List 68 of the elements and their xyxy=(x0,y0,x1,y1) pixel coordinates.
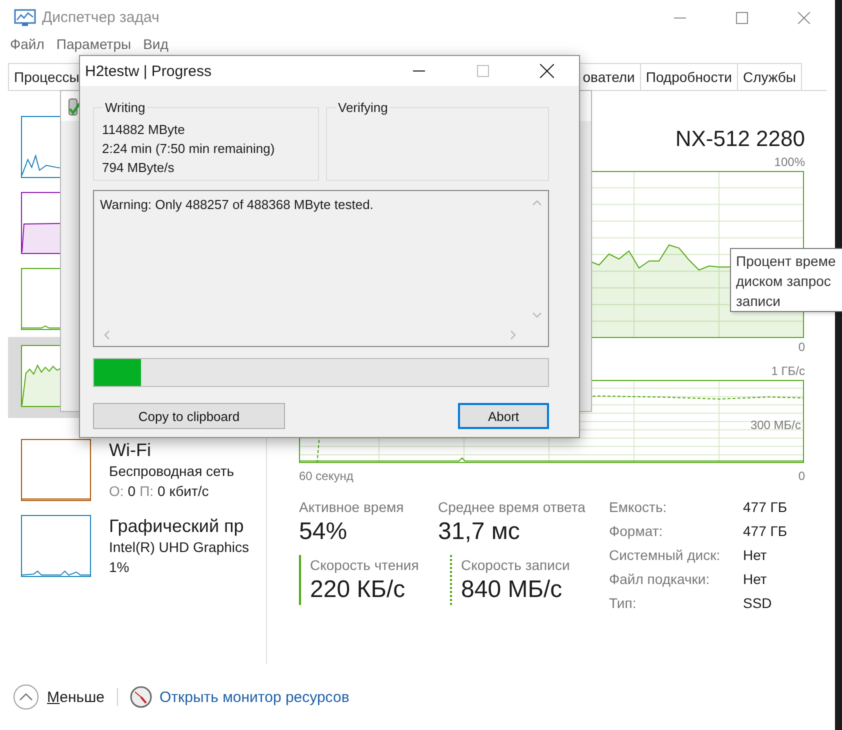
property-label: Формат: xyxy=(609,522,664,541)
status-text: 794 MByte/s xyxy=(102,159,176,177)
close-icon xyxy=(540,64,554,78)
axis-label: 1 ГБ/с xyxy=(771,363,805,380)
close-icon xyxy=(798,12,810,24)
axis-label: 60 секунд xyxy=(299,468,354,485)
menu-item[interactable]: Файл xyxy=(4,36,50,52)
detail-value: 1% xyxy=(109,558,130,577)
device-description: Intel(R) UHD Graphics xyxy=(109,538,250,557)
stat-label: Активное время xyxy=(299,498,405,517)
status-text: 114882 MByte xyxy=(102,121,186,139)
collapse-icon[interactable] xyxy=(13,684,39,710)
property-value: Нет xyxy=(743,570,768,589)
scroll-right-icon[interactable] xyxy=(510,330,516,340)
dialog-button[interactable]: Abort xyxy=(458,403,549,429)
detail-value: 0 кбит/с xyxy=(158,482,209,501)
property-value: Нет xyxy=(743,546,768,565)
tab[interactable]: Службы xyxy=(736,63,802,90)
menu-item[interactable]: Параметры xyxy=(50,36,138,52)
stat-value: 840 МБ/с xyxy=(461,575,564,605)
group-title: Verifying xyxy=(337,100,389,115)
group-title: Writing xyxy=(104,100,146,115)
monitor-graph-icon xyxy=(14,8,36,26)
property-label: Файл подкачки: xyxy=(609,570,711,589)
checkmark-drive-icon xyxy=(67,97,81,117)
tooltip-text: записи xyxy=(736,292,782,311)
stat-label: Скорость чтения xyxy=(310,556,420,575)
property-value: SSD xyxy=(743,594,773,613)
gauge-icon xyxy=(130,686,152,708)
log-box[interactable]: Warning: Only 488257 of 488368 MByte tested. xyxy=(93,190,549,347)
stat-value: 54% xyxy=(299,517,348,547)
stat-label: Среднее время ответа xyxy=(438,498,586,517)
detail-label: О: xyxy=(109,482,124,501)
stat-label: Скорость записи xyxy=(461,556,571,575)
scroll-up-icon[interactable] xyxy=(532,200,542,206)
device-title: NX-512 2280 xyxy=(675,125,805,153)
sidebar-item[interactable]: Wi-Fi Беспроводная сеть О: 0 П: 0 кбит/с xyxy=(8,432,266,508)
scroll-down-icon[interactable] xyxy=(532,312,542,318)
detail-value: 0 xyxy=(128,482,136,501)
axis-label: 100% xyxy=(774,154,805,171)
scroll-left-icon[interactable] xyxy=(104,330,110,340)
window-title: Диспетчер задач xyxy=(42,9,160,26)
property-value: 477 ГБ xyxy=(743,522,788,541)
sidebar-item[interactable]: Графический пр Intel(R) UHD Graphics 1% xyxy=(8,508,266,584)
status-text: 2:24 min (7:50 min remaining) xyxy=(102,140,276,158)
resource-monitor-link[interactable]: Открыть монитор ресурсов xyxy=(160,688,350,706)
property-label: Системный диск: xyxy=(609,546,722,565)
tooltip-text: диском запрос xyxy=(736,272,832,291)
stat-value: 220 КБ/с xyxy=(310,575,406,605)
property-label: Емкость: xyxy=(609,498,668,517)
maximize-icon xyxy=(736,12,748,24)
detail-label: П: xyxy=(140,482,154,501)
axis-label: 300 МБ/с xyxy=(750,418,801,432)
axis-label: 0 xyxy=(798,339,805,356)
device-name: Графический пр xyxy=(109,515,245,537)
device-description: Беспроводная сеть xyxy=(109,462,234,481)
maximize-icon xyxy=(477,65,489,77)
tooltip-text: Процент време xyxy=(736,252,837,271)
axis-label: 0 xyxy=(798,468,805,485)
stat-value: 31,7 мс xyxy=(438,517,521,547)
dialog-title: H2testw | Progress xyxy=(85,62,212,80)
property-value: 477 ГБ xyxy=(743,498,788,517)
device-name: Wi-Fi xyxy=(109,439,152,461)
dialog-button[interactable]: Copy to clipboard xyxy=(93,403,285,429)
menu-item[interactable]: Вид xyxy=(137,36,174,52)
log-text: Warning: Only 488257 of 488368 MByte tested. xyxy=(99,196,374,214)
fewer-details-link[interactable]: Меньше xyxy=(47,688,104,706)
property-label: Тип: xyxy=(609,594,638,613)
